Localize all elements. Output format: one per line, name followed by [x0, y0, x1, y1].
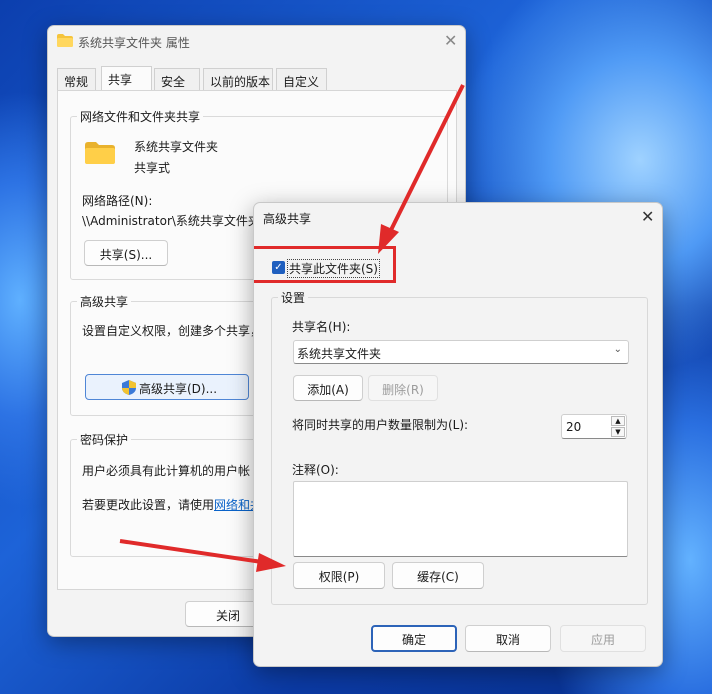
- share-name-select[interactable]: 系统共享文件夹 ⌄: [293, 340, 629, 364]
- spin-up-icon[interactable]: ▲: [611, 416, 625, 426]
- comment-textarea[interactable]: [293, 481, 628, 557]
- network-group-title: 网络文件和文件夹共享: [77, 108, 204, 125]
- properties-title: 系统共享文件夹 属性: [78, 36, 190, 50]
- shield-icon: [122, 380, 136, 395]
- dialog-titlebar[interactable]: 高级共享 ✕: [254, 203, 662, 233]
- advanced-sharing-dialog: 高级共享 ✕ ✓ 共享此文件夹(S) 设置 共享名(H): 系统共享文件夹 ⌄ …: [253, 202, 663, 667]
- user-limit-spinner[interactable]: 20 ▲ ▼: [561, 414, 627, 439]
- folder-name: 系统共享文件夹: [134, 140, 219, 154]
- tab-customize[interactable]: 自定义: [276, 68, 327, 92]
- permissions-button[interactable]: 权限(P): [293, 562, 385, 589]
- settings-group-title: 设置: [278, 289, 309, 306]
- tab-bar: 常规 共享 安全 以前的版本 自定义: [57, 66, 457, 93]
- password-group-title: 密码保护: [77, 431, 132, 448]
- share-status: 共享式: [134, 161, 171, 175]
- folder-icon: [57, 34, 73, 47]
- password-description: 用户必须具有此计算机的用户帐: [82, 464, 251, 478]
- share-name-value: 系统共享文件夹: [297, 347, 382, 361]
- close-icon[interactable]: ✕: [444, 33, 457, 49]
- advanced-sharing-label: 高级共享(D)...: [139, 382, 218, 396]
- apply-button: 应用: [560, 625, 646, 652]
- password-change-text: 若要更改此设置，请使用网络和共: [82, 496, 262, 513]
- cancel-button[interactable]: 取消: [465, 625, 551, 652]
- close-icon[interactable]: ✕: [641, 209, 654, 225]
- highlight-box: [254, 246, 396, 283]
- share-name-label: 共享名(H):: [292, 320, 351, 334]
- ok-button[interactable]: 确定: [371, 625, 457, 652]
- tab-sharing[interactable]: 共享: [101, 66, 152, 93]
- tab-general[interactable]: 常规: [57, 68, 96, 92]
- advanced-description: 设置自定义权限，创建多个共享，: [82, 324, 263, 338]
- user-limit-label: 将同时共享的用户数量限制为(L):: [292, 418, 469, 432]
- tab-previous-versions[interactable]: 以前的版本: [203, 68, 273, 92]
- chevron-down-icon: ⌄: [613, 344, 622, 355]
- settings-group: 设置 共享名(H): 系统共享文件夹 ⌄ 添加(A) 删除(R) 将同时共享的用…: [271, 289, 648, 605]
- user-limit-value: 20: [566, 420, 582, 434]
- remove-button: 删除(R): [368, 375, 438, 401]
- network-path-value: \\Administrator\系统共享文件夹: [82, 214, 260, 228]
- spin-down-icon[interactable]: ▼: [611, 427, 625, 437]
- comment-label: 注释(O):: [292, 463, 339, 477]
- tab-security[interactable]: 安全: [154, 68, 200, 92]
- folder-icon: [85, 142, 115, 164]
- properties-titlebar[interactable]: 系统共享文件夹 属性 ✕: [48, 26, 465, 56]
- share-button[interactable]: 共享(S)...: [84, 240, 168, 266]
- network-path-label: 网络路径(N):: [82, 194, 153, 208]
- caching-button[interactable]: 缓存(C): [392, 562, 484, 589]
- dialog-title: 高级共享: [263, 212, 312, 226]
- advanced-group-title: 高级共享: [77, 293, 132, 310]
- add-button[interactable]: 添加(A): [293, 375, 363, 401]
- advanced-sharing-button[interactable]: 高级共享(D)...: [85, 374, 249, 400]
- password-change-prefix: 若要更改此设置，请使用: [82, 498, 215, 512]
